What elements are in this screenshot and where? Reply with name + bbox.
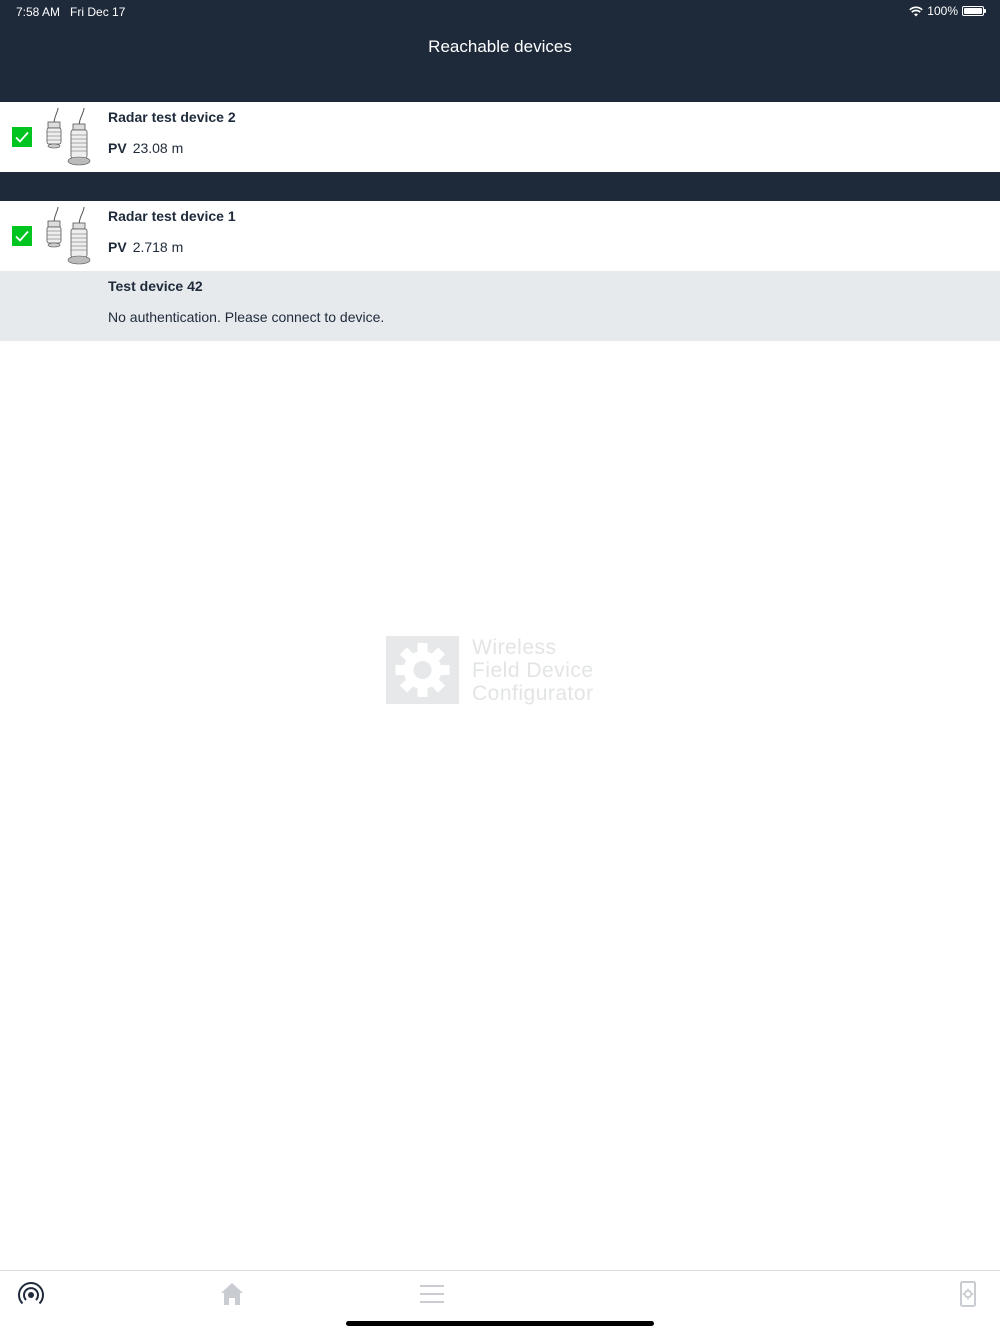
gear-icon	[395, 643, 450, 697]
tab-reachable-devices[interactable]	[15, 1279, 47, 1309]
checkmark-icon	[15, 131, 29, 143]
device-pv: PV 2.718 m	[108, 239, 183, 255]
radar-scan-icon	[18, 1282, 44, 1305]
tab-menu[interactable]	[416, 1279, 448, 1309]
reachable-devices-screen: 7:58 AM Fri Dec 17 100% Reachable device…	[0, 0, 1000, 1334]
status-indicators: 100%	[909, 4, 986, 18]
pv-label: PV	[108, 140, 127, 156]
watermark-text: Wireless Field Device Configurator	[472, 636, 594, 705]
header: 7:58 AM Fri Dec 17 100% Reachable device…	[0, 0, 1000, 102]
home-icon	[221, 1283, 243, 1305]
checkmark-icon	[15, 230, 29, 242]
battery-icon	[962, 6, 986, 16]
device-row[interactable]: Radar test device 1 PV 2.718 m	[0, 201, 1000, 271]
device-row[interactable]: Radar test device 2 PV 23.08 m	[0, 102, 1000, 172]
status-date: Fri Dec 17	[70, 5, 126, 19]
pv-value: 23.08 m	[132, 140, 184, 156]
watermark-line: Field Device	[472, 659, 594, 682]
device-checkbox[interactable]	[12, 127, 32, 147]
device-row[interactable]: Test device 42 No authentication. Please…	[0, 271, 1000, 341]
watermark-line: Wireless	[472, 636, 557, 659]
device-name: Radar test device 2	[108, 109, 236, 125]
device-pv: PV 23.08 m	[108, 140, 183, 156]
device-settings-icon	[960, 1281, 976, 1307]
section-separator	[0, 172, 1000, 201]
status-bar: 7:58 AM Fri Dec 17 100%	[0, 0, 1000, 24]
menu-icon	[420, 1285, 444, 1303]
gear-logo-box	[386, 636, 459, 704]
radar-sensor-image	[46, 207, 91, 265]
pv-value: 2.718 m	[132, 239, 184, 255]
home-indicator[interactable]	[346, 1321, 654, 1326]
device-status-message: No authentication. Please connect to dev…	[108, 309, 385, 325]
device-name: Radar test device 1	[108, 208, 236, 224]
status-time: 7:58 AM	[16, 5, 61, 19]
app-watermark-logo: Wireless Field Device Configurator	[386, 636, 626, 706]
device-name: Test device 42	[108, 278, 203, 294]
radar-sensor-image	[46, 108, 91, 166]
tab-home[interactable]	[216, 1279, 248, 1309]
battery-percent: 100%	[927, 4, 958, 18]
wifi-icon	[909, 6, 924, 16]
pv-label: PV	[108, 239, 127, 255]
device-checkbox[interactable]	[12, 226, 32, 246]
tab-device-settings[interactable]	[952, 1279, 984, 1309]
watermark-line: Configurator	[472, 682, 594, 705]
status-time-date: 7:58 AM Fri Dec 17	[16, 5, 125, 19]
page-title: Reachable devices	[428, 37, 572, 56]
